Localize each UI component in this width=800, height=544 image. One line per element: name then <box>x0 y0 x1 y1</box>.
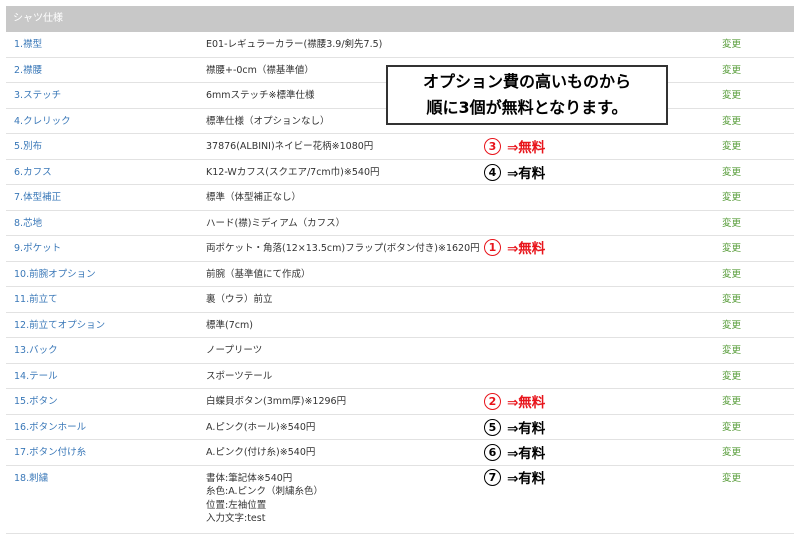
change-link[interactable]: 変更 <box>722 415 741 441</box>
section-title: シャツ仕様 <box>13 13 63 24</box>
item-value: ハード(襟)ミディアム（カフス） <box>206 217 346 229</box>
table-row: 15.ボタン 白蝶貝ボタン(3mm厚)※1296円 変更 <box>6 389 794 415</box>
change-link[interactable]: 変更 <box>722 160 741 186</box>
embroidery-text: 入力文字:test <box>206 513 266 524</box>
item-value: 6mmステッチ※標準仕様 <box>206 90 315 101</box>
item-label[interactable]: 11.前立て <box>14 287 58 313</box>
change-link[interactable]: 変更 <box>722 58 741 84</box>
table-row: 7.体型補正 標準（体型補正なし） 変更 <box>6 185 794 211</box>
item-value: ノープリーツ <box>206 345 263 356</box>
rank-badge: 1 <box>484 238 501 256</box>
item-label[interactable]: 18.刺繍 <box>14 466 48 492</box>
price-annotation: 6 ⇒有料 <box>484 442 545 462</box>
item-value: 前腕（基準値にて作成） <box>206 268 311 280</box>
item-label[interactable]: 9.ポケット <box>14 236 61 262</box>
change-link[interactable]: 変更 <box>722 338 741 364</box>
item-value: A.ピンク(付け糸)※540円 <box>206 447 316 458</box>
change-link[interactable]: 変更 <box>722 32 741 58</box>
rank-badge: 7 <box>484 468 501 486</box>
item-value: 両ポケット・角落(12×13.5cm)フラップ(ボタン付き)※1620円 <box>206 243 480 254</box>
change-link[interactable]: 変更 <box>722 364 741 390</box>
change-link[interactable]: 変更 <box>722 185 741 211</box>
change-link[interactable]: 変更 <box>722 313 741 339</box>
item-value: 襟腰+-0cm（襟基準値） <box>206 64 314 76</box>
price-annotation: 2 ⇒無料 <box>484 391 545 411</box>
price-annotation: 4 ⇒有料 <box>484 162 545 182</box>
change-link[interactable]: 変更 <box>722 83 741 109</box>
item-value: 白蝶貝ボタン(3mm厚)※1296円 <box>206 396 347 407</box>
item-label[interactable]: 2.襟腰 <box>14 58 42 84</box>
table-row: 12.前立てオプション 標準(7cm) 変更 <box>6 313 794 339</box>
embroidery-position: 位置:左袖位置 <box>206 499 267 511</box>
change-link[interactable]: 変更 <box>722 440 741 466</box>
table-row: 6.カフス K12-Wカフス(スクエア/7cm巾)※540円 変更 <box>6 160 794 186</box>
item-label[interactable]: 10.前腕オプション <box>14 262 96 288</box>
table-row: 13.バック ノープリーツ 変更 <box>6 338 794 364</box>
item-label[interactable]: 8.芯地 <box>14 211 42 237</box>
callout-note: オプション費の高いものから 順に3個が無料となります。 <box>386 65 668 125</box>
table-row: 11.前立て 裏（ウラ）前立 変更 <box>6 287 794 313</box>
item-value: スポーツテール <box>206 370 273 382</box>
item-label[interactable]: 15.ボタン <box>14 389 58 415</box>
rank-badge: 4 <box>484 163 501 181</box>
item-value: K12-Wカフス(スクエア/7cm巾)※540円 <box>206 166 380 178</box>
callout-line-1: オプション費の高いものから <box>422 72 631 91</box>
item-value: 裏（ウラ）前立 <box>206 294 273 305</box>
change-link[interactable]: 変更 <box>722 134 741 160</box>
item-value: 書体:筆記体※540円 糸色:A.ピンク（刺繍糸色） 位置:左袖位置 入力文字:… <box>206 472 323 526</box>
table-row: 10.前腕オプション 前腕（基準値にて作成） 変更 <box>6 262 794 288</box>
table-row: 18.刺繍 書体:筆記体※540円 糸色:A.ピンク（刺繍糸色） 位置:左袖位置… <box>6 466 794 534</box>
item-label[interactable]: 5.別布 <box>14 134 42 160</box>
annotation-text: ⇒有料 <box>507 421 546 437</box>
table-row: 1.襟型 E01-レギュラーカラー(襟腰3.9/剣先7.5) 変更 <box>6 32 794 58</box>
item-label[interactable]: 17.ボタン付け糸 <box>14 440 86 466</box>
item-label[interactable]: 12.前立てオプション <box>14 313 105 339</box>
item-label[interactable]: 4.クレリック <box>14 109 71 135</box>
change-link[interactable]: 変更 <box>722 466 741 492</box>
change-link[interactable]: 変更 <box>722 262 741 288</box>
item-label[interactable]: 3.ステッチ <box>14 83 61 109</box>
price-annotation: 3 ⇒無料 <box>484 136 545 156</box>
item-value: 標準仕様（オプションなし） <box>206 115 330 127</box>
annotation-text: ⇒有料 <box>507 446 546 462</box>
annotation-text: ⇒無料 <box>507 140 546 156</box>
table-row: 5.別布 37876(ALBINI)ネイビー花柄※1080円 変更 <box>6 134 794 160</box>
annotation-text: ⇒無料 <box>507 241 546 257</box>
embroidery-thread-color: 糸色:A.ピンク（刺繍糸色） <box>206 486 324 497</box>
table-row: 17.ボタン付け糸 A.ピンク(付け糸)※540円 変更 <box>6 440 794 466</box>
rank-badge: 2 <box>484 392 501 410</box>
annotation-text: ⇒無料 <box>507 395 546 411</box>
item-value: 標準（体型補正なし） <box>206 192 302 203</box>
table-row: 9.ポケット 両ポケット・角落(12×13.5cm)フラップ(ボタン付き)※162… <box>6 236 794 262</box>
change-link[interactable]: 変更 <box>722 109 741 135</box>
item-value: 標準(7cm) <box>206 319 253 331</box>
rank-badge: 3 <box>484 137 501 155</box>
item-value: E01-レギュラーカラー(襟腰3.9/剣先7.5) <box>206 39 383 50</box>
price-annotation: 7 ⇒有料 <box>484 467 545 487</box>
item-label[interactable]: 14.テール <box>14 364 58 390</box>
table-row: 14.テール スポーツテール 変更 <box>6 364 794 390</box>
change-link[interactable]: 変更 <box>722 211 741 237</box>
price-annotation: 5 ⇒有料 <box>484 417 545 437</box>
rank-badge: 6 <box>484 443 501 461</box>
table-row: 8.芯地 ハード(襟)ミディアム（カフス） 変更 <box>6 211 794 237</box>
annotation-text: ⇒有料 <box>507 166 546 182</box>
item-label[interactable]: 6.カフス <box>14 160 52 186</box>
section-header: シャツ仕様 <box>6 6 794 32</box>
price-annotation: 1 ⇒無料 <box>484 237 545 257</box>
callout-line-2: 順に3個が無料となります。 <box>426 98 628 117</box>
change-link[interactable]: 変更 <box>722 389 741 415</box>
item-label[interactable]: 1.襟型 <box>14 32 42 58</box>
embroidery-font: 書体:筆記体※540円 <box>206 472 293 484</box>
table-row: 16.ボタンホール A.ピンク(ホール)※540円 変更 <box>6 415 794 441</box>
item-label[interactable]: 13.バック <box>14 338 58 364</box>
item-label[interactable]: 7.体型補正 <box>14 185 61 211</box>
item-value: A.ピンク(ホール)※540円 <box>206 421 316 433</box>
rank-badge: 5 <box>484 418 501 436</box>
change-link[interactable]: 変更 <box>722 287 741 313</box>
item-label[interactable]: 16.ボタンホール <box>14 415 86 441</box>
item-value: 37876(ALBINI)ネイビー花柄※1080円 <box>206 141 374 152</box>
change-link[interactable]: 変更 <box>722 236 741 262</box>
annotation-text: ⇒有料 <box>507 471 546 487</box>
